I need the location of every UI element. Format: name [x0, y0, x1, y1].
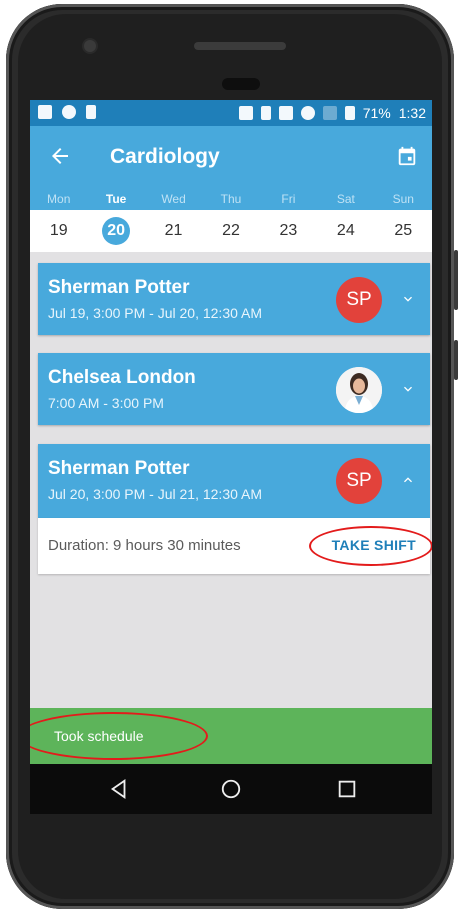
date-number: 20	[102, 217, 131, 245]
day-name: Thu	[220, 192, 242, 206]
date-cell-selected[interactable]: 20	[87, 210, 144, 252]
chevron-down-icon[interactable]	[400, 291, 416, 307]
app-screen: 71% 1:32 Cardiology Mon Tue Wed Thu Fri …	[30, 100, 432, 814]
avatar-photo	[336, 367, 382, 413]
download-icon	[86, 105, 96, 119]
battery-icon	[344, 106, 355, 120]
shift-time: Jul 19, 3:00 PM - Jul 20, 12:30 AM	[48, 305, 263, 321]
date-number: 25	[394, 222, 413, 239]
signal-icon	[322, 106, 337, 120]
arrow-left-icon[interactable]	[48, 144, 72, 168]
day-name: Fri	[281, 192, 296, 206]
shift-person-name: Chelsea London	[48, 367, 196, 388]
volume-button	[454, 250, 458, 310]
date-number: 21	[164, 222, 183, 239]
app-bar: Cardiology	[30, 126, 432, 190]
date-number: 19	[49, 222, 68, 239]
date-cell[interactable]: 24	[317, 210, 374, 252]
date-cell[interactable]: 21	[145, 210, 202, 252]
power-button	[454, 340, 458, 380]
date-cell[interactable]: 19	[30, 210, 87, 252]
bluetooth-icon	[260, 106, 271, 120]
shift-card[interactable]: Sherman Potter Jul 19, 3:00 PM - Jul 20,…	[38, 263, 430, 335]
date-number: 22	[222, 222, 240, 239]
shift-time: 7:00 AM - 3:00 PM	[48, 395, 164, 411]
date-cell[interactable]: 25	[375, 210, 432, 252]
calendar-icon[interactable]	[396, 145, 418, 167]
system-nav-bar	[30, 764, 432, 814]
day-name: Sat	[336, 192, 355, 206]
date-cell[interactable]: 23	[260, 210, 317, 252]
date-strip: 19 20 21 22 23 24 25	[30, 210, 432, 252]
day-name: Mon	[47, 192, 71, 206]
battery-percent: 71%	[362, 105, 391, 121]
earpiece	[194, 42, 286, 50]
shift-card[interactable]: Chelsea London 7:00 AM - 3:00 PM	[38, 353, 430, 425]
avatar: SP	[336, 277, 382, 323]
day-name: Sun	[392, 192, 414, 206]
clock: 1:32	[398, 105, 426, 121]
cast-icon	[238, 106, 253, 120]
shift-duration: Duration: 9 hours 30 minutes	[48, 537, 241, 554]
day-name-selected: Tue	[105, 192, 127, 206]
chevron-up-icon[interactable]	[400, 472, 416, 488]
back-triangle-icon[interactable]	[108, 778, 130, 800]
status-bar: 71% 1:32	[30, 100, 432, 126]
day-name: Wed	[161, 192, 186, 206]
date-cell[interactable]: 22	[202, 210, 259, 252]
shift-time: Jul 20, 3:00 PM - Jul 21, 12:30 AM	[48, 486, 263, 502]
chevron-down-icon[interactable]	[400, 381, 416, 397]
weekday-header: Mon Tue Wed Thu Fri Sat Sun	[30, 190, 432, 210]
date-number: 24	[336, 222, 355, 239]
home-circle-icon[interactable]	[220, 778, 242, 800]
notification-icon	[38, 105, 52, 119]
page-title: Cardiology	[110, 145, 220, 168]
sensor	[222, 78, 260, 90]
person-photo-icon	[336, 367, 382, 413]
wifi-icon	[300, 106, 315, 120]
avatar: SP	[336, 458, 382, 504]
shift-person-name: Sherman Potter	[48, 277, 190, 298]
date-number: 23	[279, 222, 298, 239]
android-icon	[62, 105, 76, 119]
shift-card-expanded[interactable]: Sherman Potter Jul 20, 3:00 PM - Jul 21,…	[38, 444, 430, 518]
vibrate-icon	[278, 106, 293, 120]
shift-person-name: Sherman Potter	[48, 458, 190, 479]
front-camera	[84, 40, 96, 52]
recents-square-icon[interactable]	[336, 778, 358, 800]
highlight-ring-take-shift	[309, 526, 432, 566]
